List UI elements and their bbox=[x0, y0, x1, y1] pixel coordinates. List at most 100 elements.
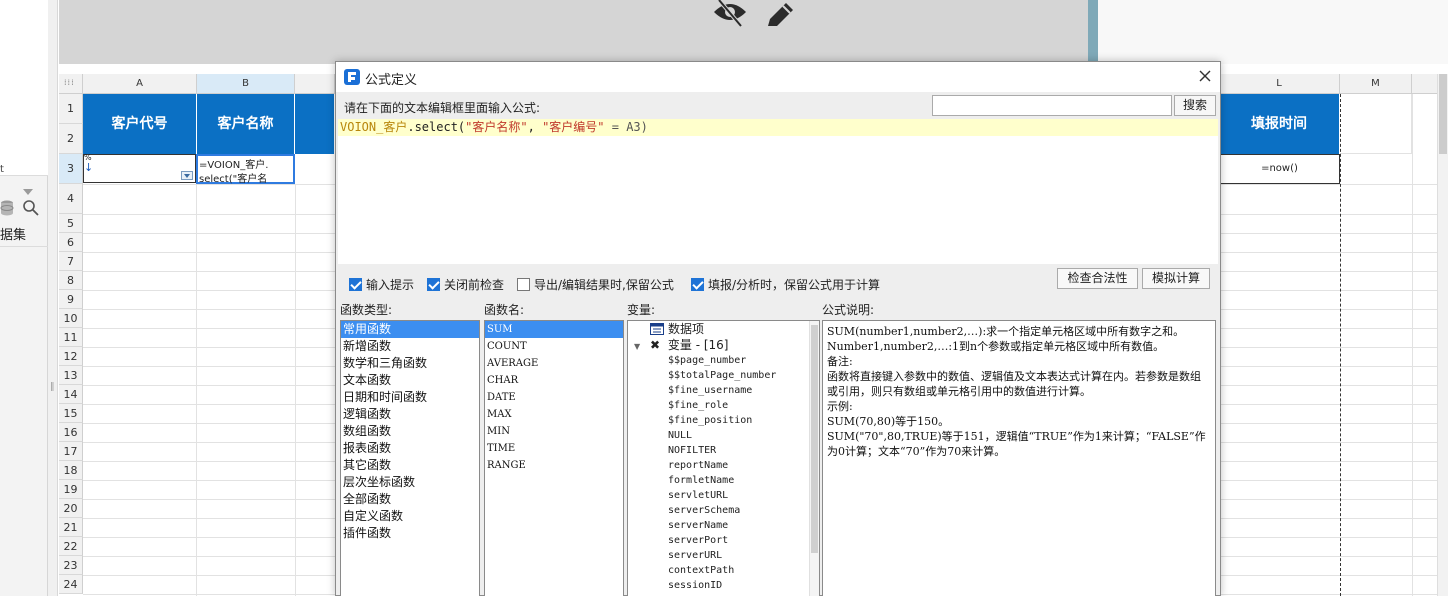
search-icon[interactable] bbox=[22, 199, 40, 217]
function-search-input[interactable] bbox=[932, 95, 1172, 116]
dataset-label[interactable]: 据集 bbox=[0, 224, 26, 243]
row-header[interactable]: 17 bbox=[59, 442, 83, 461]
variable-item[interactable]: serverName bbox=[628, 518, 819, 533]
checkbox-checked-icon[interactable] bbox=[691, 277, 704, 291]
variable-item[interactable]: NOFILTER bbox=[628, 443, 819, 458]
list-item[interactable]: 数学和三角函数 bbox=[341, 355, 479, 372]
scrollbar-thumb[interactable] bbox=[1439, 74, 1447, 154]
splitter-grip-icon[interactable]: ‖ bbox=[50, 382, 55, 392]
cell-b3-formula[interactable]: =VOION_客户. select("客户名 bbox=[196, 154, 295, 185]
option-check-before-close[interactable]: 关闭前检查 bbox=[427, 276, 504, 292]
expand-triangle-icon[interactable]: ▼ bbox=[634, 342, 640, 351]
variable-item[interactable]: $$page_number bbox=[628, 353, 819, 368]
panel-splitter[interactable] bbox=[48, 0, 58, 596]
list-item[interactable]: CHAR bbox=[485, 372, 623, 389]
tree-node-dataset[interactable]: 数据项 bbox=[628, 321, 819, 337]
column-header-a[interactable]: A bbox=[83, 74, 197, 94]
sheet-vertical-scrollbar[interactable] bbox=[1437, 74, 1448, 596]
row-header[interactable]: 14 bbox=[59, 385, 83, 404]
variable-item[interactable]: reportName bbox=[628, 458, 819, 473]
row-header[interactable]: 12 bbox=[59, 347, 83, 366]
row-header[interactable]: 20 bbox=[59, 499, 83, 518]
variables-tree[interactable]: 数据项 ▼ ✖ 变量 - [16] $$page_number $$totalP… bbox=[627, 320, 820, 596]
collapse-arrow-icon[interactable] bbox=[23, 189, 33, 195]
variable-item[interactable]: formletName bbox=[628, 473, 819, 488]
row-header[interactable]: 19 bbox=[59, 480, 83, 499]
row-header[interactable]: 11 bbox=[59, 328, 83, 347]
list-item[interactable]: 常用函数 bbox=[341, 321, 479, 338]
column-header-b[interactable]: B bbox=[197, 74, 295, 94]
cell-m1[interactable] bbox=[1340, 94, 1412, 154]
list-item[interactable]: MIN bbox=[485, 423, 623, 440]
option-keep-formula-for-calc[interactable]: 填报/分析时，保留公式用于计算 bbox=[691, 276, 880, 292]
row-header[interactable]: 21 bbox=[59, 518, 83, 537]
row-header[interactable]: 1 bbox=[59, 94, 83, 124]
row-header[interactable]: 4 bbox=[59, 184, 83, 214]
formula-editor[interactable]: VOION_客户.select("客户名称", "客户编号" = A3) bbox=[338, 119, 1218, 264]
scrollbar-thumb[interactable] bbox=[811, 325, 818, 553]
list-item[interactable]: MAX bbox=[485, 406, 623, 423]
row-header[interactable]: 23 bbox=[59, 556, 83, 575]
list-item[interactable]: 文本函数 bbox=[341, 372, 479, 389]
row-header[interactable]: 9 bbox=[59, 290, 83, 309]
row-header[interactable]: 10 bbox=[59, 309, 83, 328]
hide-eye-icon[interactable] bbox=[711, 0, 749, 28]
preview-scrollbar[interactable] bbox=[1088, 0, 1098, 64]
header-cell-customer-code[interactable]: 客户代号 bbox=[83, 94, 197, 154]
row-header[interactable]: 7 bbox=[59, 252, 83, 271]
row-header[interactable]: 13 bbox=[59, 366, 83, 385]
variable-item[interactable]: $fine_username bbox=[628, 383, 819, 398]
edit-pen-icon[interactable] bbox=[764, 0, 798, 30]
variable-item[interactable]: serverPort bbox=[628, 533, 819, 548]
tree-node-variables[interactable]: ▼ ✖ 变量 - [16] bbox=[628, 337, 819, 353]
variable-item[interactable]: serverURL bbox=[628, 548, 819, 563]
row-header[interactable]: 6 bbox=[59, 233, 83, 252]
checkbox-unchecked-icon[interactable] bbox=[517, 277, 530, 291]
function-name-list[interactable]: SUM COUNT AVERAGE CHAR DATE MAX MIN TIME… bbox=[484, 320, 624, 596]
list-item[interactable]: SUM bbox=[485, 321, 623, 338]
column-header-c[interactable] bbox=[295, 74, 335, 94]
list-item[interactable]: COUNT bbox=[485, 338, 623, 355]
list-item[interactable]: 层次坐标函数 bbox=[341, 474, 479, 491]
list-item[interactable]: TIME bbox=[485, 440, 623, 457]
variable-item[interactable]: servletURL bbox=[628, 488, 819, 503]
variable-item[interactable]: serverSchema bbox=[628, 503, 819, 518]
checkbox-checked-icon[interactable] bbox=[349, 277, 362, 291]
option-input-hint[interactable]: 输入提示 bbox=[349, 276, 414, 292]
list-item[interactable]: 数组函数 bbox=[341, 423, 479, 440]
list-item[interactable]: 报表函数 bbox=[341, 440, 479, 457]
simulate-calc-button[interactable]: 模拟计算 bbox=[1142, 268, 1210, 289]
list-item[interactable]: AVERAGE bbox=[485, 355, 623, 372]
list-item[interactable]: 其它函数 bbox=[341, 457, 479, 474]
row-header[interactable]: 24 bbox=[59, 575, 83, 594]
variable-item[interactable]: contextPath bbox=[628, 563, 819, 578]
dialog-titlebar[interactable]: 公式定义 bbox=[336, 62, 1220, 92]
formula-line[interactable]: VOION_客户.select("客户名称", "客户编号" = A3) bbox=[338, 119, 1218, 136]
column-header-m[interactable]: M bbox=[1340, 74, 1412, 94]
row-header[interactable]: 22 bbox=[59, 537, 83, 556]
list-item[interactable]: 日期和时间函数 bbox=[341, 389, 479, 406]
variable-item[interactable]: $fine_position bbox=[628, 413, 819, 428]
cell-a3-dropdown[interactable]: % ↓ bbox=[83, 153, 196, 183]
header-cell-fill-time[interactable]: 填报时间 bbox=[1219, 94, 1340, 154]
list-item[interactable]: RANGE bbox=[485, 457, 623, 474]
row-header[interactable]: 2 bbox=[59, 124, 83, 154]
variables-scrollbar[interactable] bbox=[809, 321, 819, 596]
option-keep-formula-on-export[interactable]: 导出/编辑结果时,保留公式 bbox=[517, 276, 674, 292]
header-cell-c[interactable] bbox=[295, 94, 335, 154]
cell-l3-formula[interactable]: =now() bbox=[1219, 154, 1340, 184]
list-item[interactable]: DATE bbox=[485, 389, 623, 406]
row-header[interactable]: 18 bbox=[59, 461, 83, 480]
database-icon[interactable] bbox=[0, 200, 14, 216]
search-button[interactable]: 搜索 bbox=[1174, 95, 1216, 116]
list-item[interactable]: 逻辑函数 bbox=[341, 406, 479, 423]
function-type-list[interactable]: 常用函数 新增函数 数学和三角函数 文本函数 日期和时间函数 逻辑函数 数组函数… bbox=[340, 320, 480, 596]
dropdown-icon[interactable] bbox=[181, 171, 193, 180]
close-icon[interactable] bbox=[1196, 67, 1214, 85]
checkbox-checked-icon[interactable] bbox=[427, 277, 440, 291]
row-header[interactable]: 16 bbox=[59, 423, 83, 442]
variable-item[interactable]: $fine_role bbox=[628, 398, 819, 413]
list-item[interactable]: 新增函数 bbox=[341, 338, 479, 355]
variable-item[interactable]: NULL bbox=[628, 428, 819, 443]
header-cell-customer-name[interactable]: 客户名称 bbox=[197, 94, 295, 154]
